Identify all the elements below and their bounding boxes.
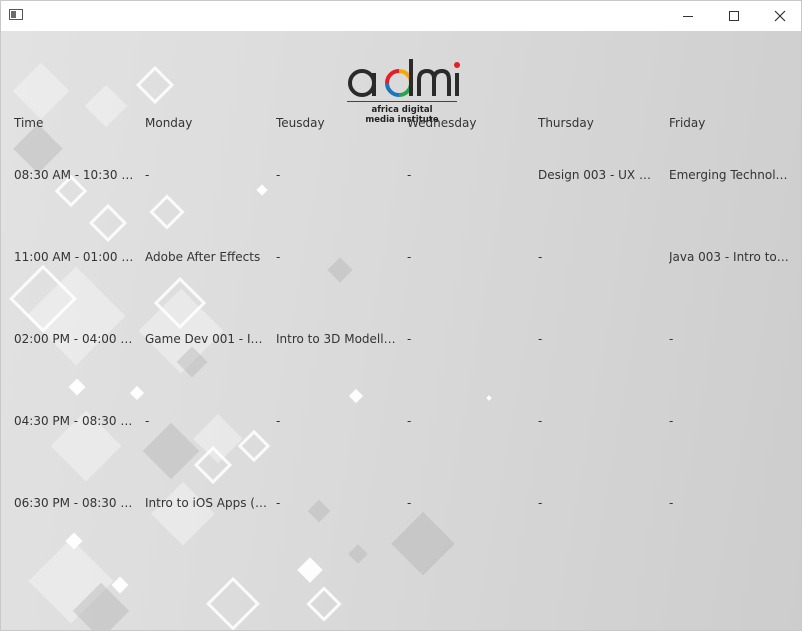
column-header-time: Time — [14, 116, 44, 130]
class-cell: - — [407, 250, 412, 264]
close-button[interactable] — [757, 1, 801, 31]
class-cell: - — [538, 250, 543, 264]
admi-logo-mark — [348, 59, 460, 97]
class-cell: - — [276, 168, 281, 182]
maximize-button[interactable] — [711, 1, 757, 31]
class-cell: - — [669, 414, 674, 428]
class-cell: - — [669, 332, 674, 346]
logo-divider — [347, 101, 457, 102]
class-cell: - — [407, 414, 412, 428]
class-cell: - — [407, 168, 412, 182]
timetable-view: africa digital media institute Time Mond… — [1, 31, 801, 630]
time-slot-cell: 02:00 PM - 04:00 PM — [14, 332, 136, 346]
class-cell: Game Dev 001 - Intr... — [145, 332, 267, 346]
time-slot-cell: 06:30 PM - 08:30 PM — [14, 496, 136, 510]
logo-tagline-line1: africa digital — [371, 105, 433, 115]
class-cell: - — [145, 414, 150, 428]
class-cell: Intro to iOS Apps (S... — [145, 496, 267, 510]
minimize-icon — [683, 15, 693, 17]
class-cell: Adobe After Effects — [145, 250, 261, 264]
class-cell: - — [407, 332, 412, 346]
class-cell: - — [276, 496, 281, 510]
admi-logo: africa digital media institute — [337, 45, 467, 125]
close-icon — [774, 10, 786, 22]
app-window-icon — [9, 9, 23, 20]
class-cell: - — [538, 332, 543, 346]
column-header-thursday: Thursday — [538, 116, 594, 130]
class-cell: - — [669, 496, 674, 510]
class-cell: - — [538, 496, 543, 510]
class-cell: Intro to 3D Modelling — [276, 332, 398, 346]
title-bar[interactable] — [1, 1, 801, 31]
time-slot-cell: 08:30 AM - 10:30 AM — [14, 168, 136, 182]
app-window: africa digital media institute Time Mond… — [0, 0, 802, 631]
maximize-icon — [729, 11, 739, 21]
column-header-wednesday: Wednesday — [407, 116, 477, 130]
class-cell: Emerging Technolog... — [669, 168, 791, 182]
time-slot-cell: 04:30 PM - 08:30 PM — [14, 414, 136, 428]
class-cell: - — [538, 414, 543, 428]
class-cell: - — [145, 168, 150, 182]
class-cell: - — [276, 414, 281, 428]
class-cell: - — [276, 250, 281, 264]
class-cell: Design 003 - UX Desi... — [538, 168, 660, 182]
column-header-friday: Friday — [669, 116, 706, 130]
minimize-button[interactable] — [665, 1, 711, 31]
time-slot-cell: 11:00 AM - 01:00 PM — [14, 250, 136, 264]
column-header-tuesday: Teusday — [276, 116, 325, 130]
column-header-monday: Monday — [145, 116, 193, 130]
class-cell: - — [407, 496, 412, 510]
class-cell: Java 003 - Intro to A... — [669, 250, 791, 264]
